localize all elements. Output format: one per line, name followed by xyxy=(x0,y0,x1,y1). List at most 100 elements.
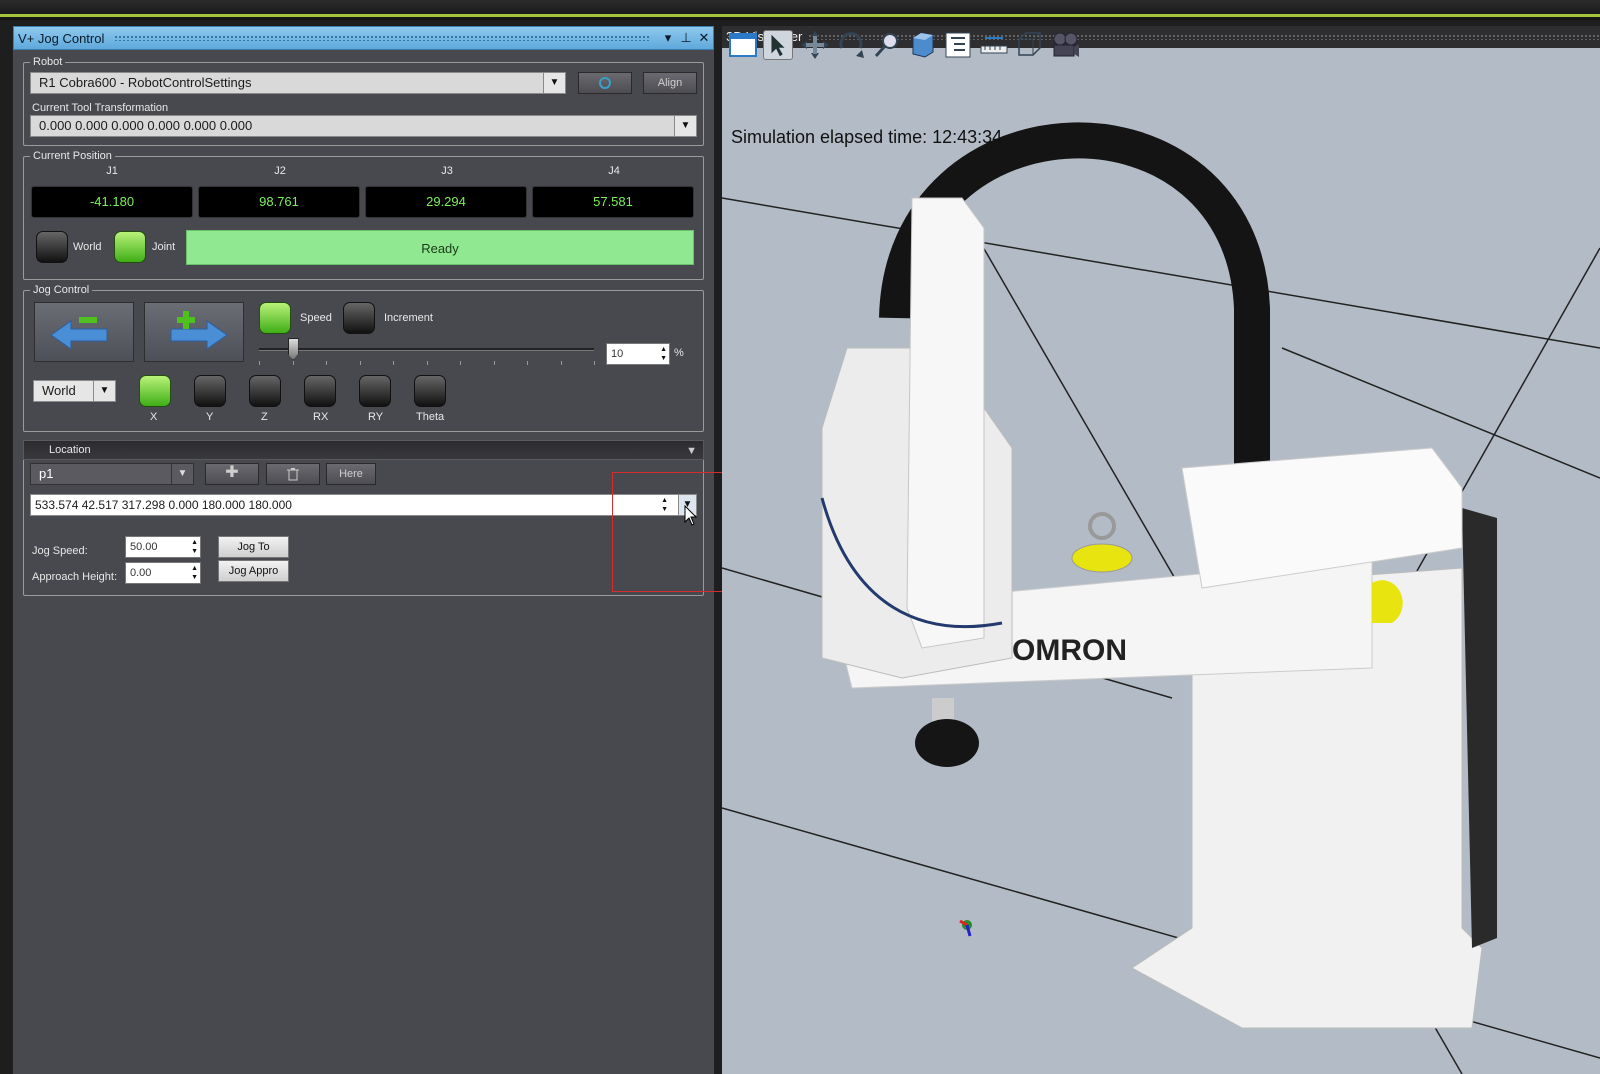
rotate-icon[interactable] xyxy=(836,30,866,60)
visualizer-panel: 3D Visualizer OMRON Simulation elapsed t… xyxy=(722,26,1600,1074)
chevron-down-icon[interactable]: ▼ xyxy=(674,116,696,136)
jog-control-legend: Jog Control xyxy=(33,284,90,296)
slider-tick xyxy=(393,361,394,365)
chevron-down-icon[interactable]: ▼ xyxy=(543,73,565,93)
axis-x-led[interactable] xyxy=(139,375,171,407)
trash-icon xyxy=(287,468,299,481)
axis-z-led[interactable] xyxy=(249,375,281,407)
axis-ry-led[interactable] xyxy=(359,375,391,407)
chevron-down-icon[interactable]: ▼ xyxy=(93,381,115,401)
slider-tick xyxy=(560,361,562,365)
j2-label: J2 xyxy=(274,165,286,177)
speed-mode-led[interactable] xyxy=(259,302,291,334)
frame-select-value: World xyxy=(42,383,76,398)
world-mode-led[interactable] xyxy=(36,231,68,263)
pin-icon[interactable]: ⊥ xyxy=(677,30,695,46)
arrow-left-minus-icon xyxy=(50,317,108,350)
axis-theta-led[interactable] xyxy=(414,375,446,407)
cube-wire-icon[interactable] xyxy=(1014,30,1044,60)
frame-select[interactable]: World ▼ xyxy=(33,380,116,402)
delete-location-button[interactable] xyxy=(266,463,320,485)
location-select-value: p1 xyxy=(39,466,54,481)
approach-height-value: 0.00 xyxy=(130,567,152,579)
location-value: 533.574 42.517 317.298 0.000 180.000 180… xyxy=(35,498,292,512)
axis-theta-label: Theta xyxy=(416,411,445,423)
chevron-down-icon[interactable]: ▾ xyxy=(659,30,677,46)
increment-mode-led[interactable] xyxy=(343,302,375,334)
origin-axes-icon xyxy=(959,919,972,937)
brand-logo: OMRON xyxy=(1012,634,1127,667)
tool-transformation-value: 0.000 0.000 0.000 0.000 0.000 0.000 xyxy=(39,118,253,133)
slider-tick xyxy=(493,361,495,365)
jog-speed-input[interactable]: 50.00 ▲ ▼ xyxy=(125,536,201,558)
box-icon[interactable] xyxy=(907,30,937,60)
robot-quill-cover xyxy=(906,197,985,649)
increment-mode-label: Increment xyxy=(384,312,433,324)
axis-rx-label: RX xyxy=(313,411,329,423)
select-arrow-icon[interactable] xyxy=(763,30,793,60)
axis-y-label: Y xyxy=(206,411,214,423)
j2-value: 98.761 xyxy=(198,186,360,218)
slider-tick xyxy=(359,361,361,365)
jog-appro-button[interactable]: Jog Appro xyxy=(218,560,289,582)
slider-tick xyxy=(326,361,327,365)
jog-minus-button[interactable] xyxy=(34,302,134,362)
here-button[interactable]: Here xyxy=(326,463,376,485)
spin-arrows-icon[interactable]: ▲ ▼ xyxy=(191,538,198,556)
axis-y-led[interactable] xyxy=(194,375,226,407)
jog-plus-button[interactable] xyxy=(144,302,244,362)
slider-tick xyxy=(426,361,428,365)
j3-label: J3 xyxy=(441,165,453,177)
approach-height-input[interactable]: 0.00 ▲ ▼ xyxy=(125,562,201,584)
location-header[interactable]: Location ▼ xyxy=(23,440,704,460)
accent-line xyxy=(0,14,1600,17)
robot-back-plate xyxy=(1462,508,1497,948)
title-grip xyxy=(114,35,649,41)
window-icon[interactable] xyxy=(728,30,758,60)
jog-speed-label: Jog Speed: xyxy=(32,545,88,557)
slider-tick xyxy=(460,361,461,365)
spin-arrows-icon[interactable]: ▲ ▼ xyxy=(191,564,198,582)
j1-label: J1 xyxy=(106,165,118,177)
location-select[interactable]: p1 ▼ xyxy=(30,463,194,485)
current-position-legend: Current Position xyxy=(33,150,112,162)
j3-value: 29.294 xyxy=(365,186,527,218)
collapse-triangle-icon[interactable]: ▼ xyxy=(686,442,697,460)
tree-icon[interactable] xyxy=(943,30,973,60)
panel-title-bar[interactable]: V+ Jog Control ▾ ⊥ ✕ xyxy=(13,26,714,50)
add-location-button[interactable]: ✚ xyxy=(205,463,259,485)
robot-eyebolt xyxy=(1088,512,1116,540)
tool-transformation-label: Current Tool Transformation xyxy=(32,102,169,114)
3d-scene[interactable]: OMRON xyxy=(722,48,1600,1074)
plus-icon: ✚ xyxy=(225,464,239,481)
speed-slider-track[interactable] xyxy=(259,348,594,351)
location-value-field[interactable]: 533.574 42.517 317.298 0.000 180.000 180… xyxy=(30,494,697,516)
connect-icon xyxy=(599,77,611,89)
tool-transformation-select[interactable]: 0.000 0.000 0.000 0.000 0.000 0.000 ▼ xyxy=(30,115,697,137)
axis-x-label: X xyxy=(150,411,158,423)
joint-mode-label: Joint xyxy=(152,241,176,253)
slider-tick xyxy=(594,361,595,365)
robot-yellow-cap xyxy=(1071,543,1133,573)
camera-icon[interactable] xyxy=(1050,30,1080,60)
robot-select[interactable]: R1 Cobra600 - RobotControlSettings ▼ xyxy=(30,72,566,94)
close-icon[interactable]: ✕ xyxy=(695,30,713,46)
speed-value-input[interactable]: 10 ▲ ▼ xyxy=(606,343,670,365)
chevron-down-icon[interactable]: ▼ xyxy=(171,464,193,484)
arrow-right-plus-icon xyxy=(170,311,228,350)
approach-height-label: Approach Height: xyxy=(32,571,117,583)
axis-rx-led[interactable] xyxy=(304,375,336,407)
location-header-label: Location xyxy=(49,444,91,456)
align-button[interactable]: Align xyxy=(643,72,697,94)
spin-arrows-icon[interactable]: ▲ ▼ xyxy=(660,345,667,363)
panel-title: V+ Jog Control xyxy=(18,30,105,46)
connect-button[interactable] xyxy=(578,72,632,94)
axis-ry-label: RY xyxy=(368,411,384,423)
zoom-icon[interactable] xyxy=(872,30,902,60)
mouse-cursor-icon xyxy=(684,505,698,526)
measure-icon[interactable] xyxy=(979,30,1009,60)
joint-mode-led[interactable] xyxy=(114,231,146,263)
pan-icon[interactable] xyxy=(800,30,830,60)
robot-legend: Robot xyxy=(33,56,63,68)
jog-to-button[interactable]: Jog To xyxy=(218,536,289,558)
